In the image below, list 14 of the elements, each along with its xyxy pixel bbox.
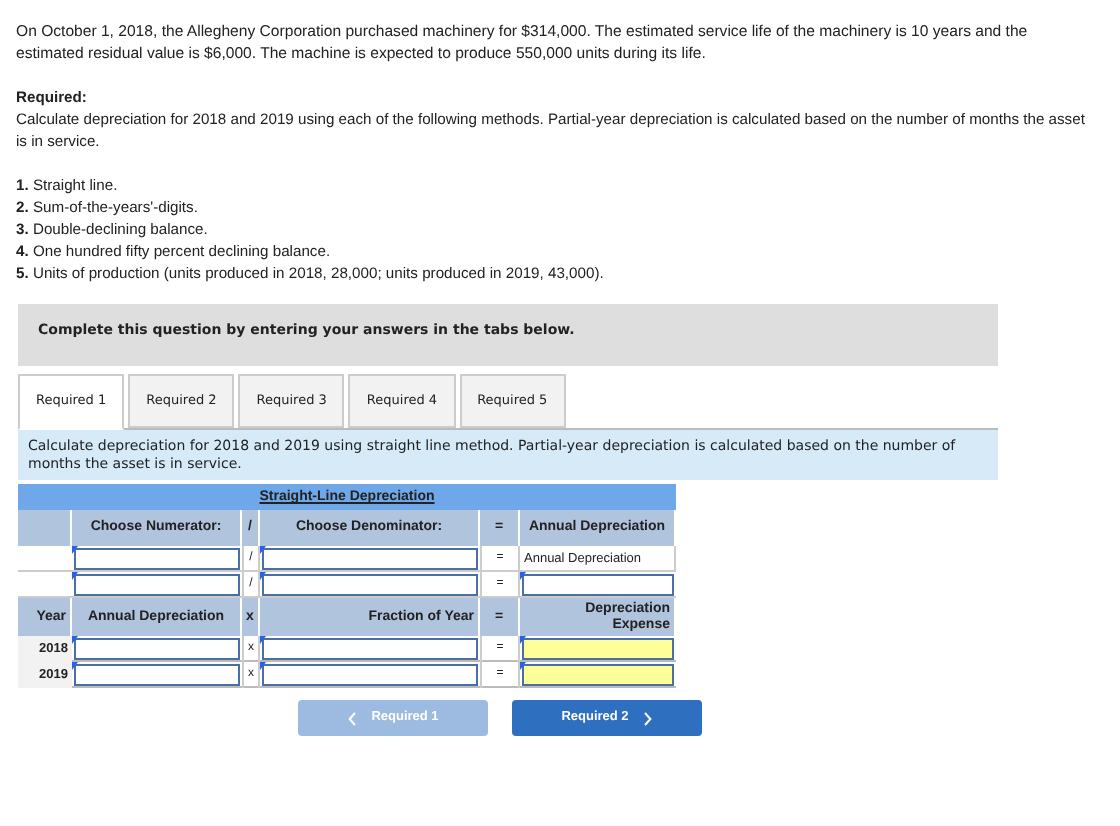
answer-input[interactable] — [74, 638, 240, 660]
answer-input[interactable] — [262, 638, 478, 660]
answer-input[interactable] — [522, 574, 674, 596]
answer-input[interactable] — [262, 548, 478, 570]
answer-input[interactable] — [74, 574, 240, 596]
answer-input[interactable] — [262, 664, 478, 686]
answer-input[interactable] — [74, 664, 240, 686]
answer-input[interactable] — [522, 638, 674, 660]
chevron-right-icon — [644, 711, 653, 725]
answer-input[interactable] — [262, 574, 478, 596]
answer-input[interactable] — [74, 548, 240, 570]
chevron-left-icon — [347, 711, 356, 725]
answer-input[interactable] — [522, 664, 674, 686]
header-cell — [18, 510, 72, 546]
